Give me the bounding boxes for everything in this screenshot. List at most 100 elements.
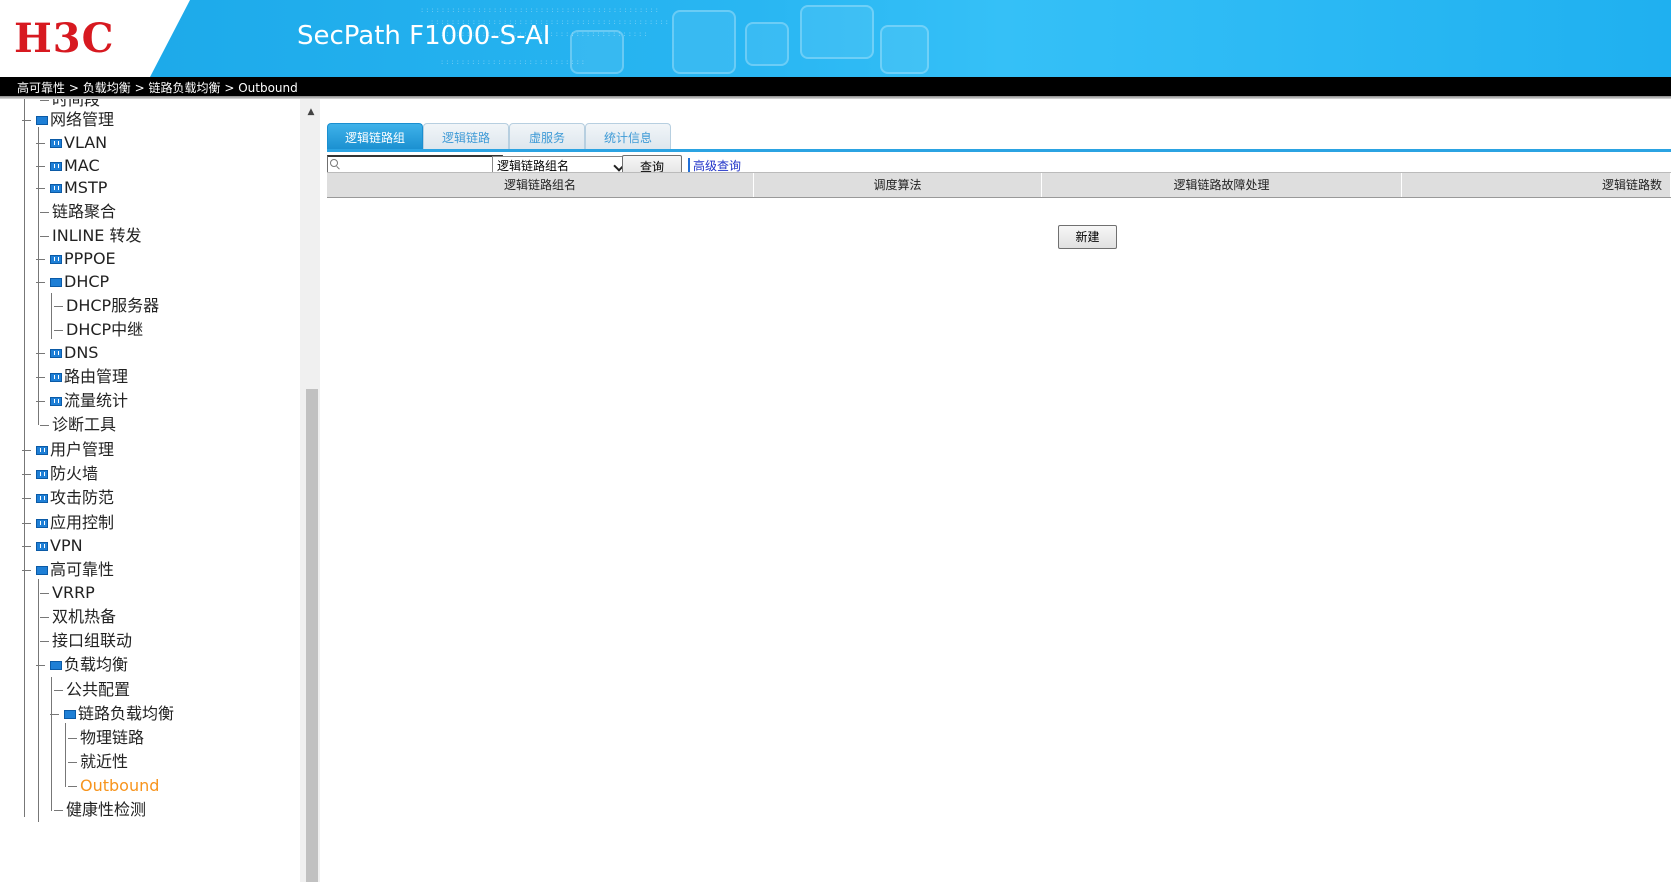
folder-open-icon[interactable]: [36, 116, 48, 125]
breadcrumb-item[interactable]: 高可靠性: [17, 81, 65, 95]
sidebar-item[interactable]: 公共配置: [66, 679, 130, 701]
tree-connector: [40, 641, 49, 642]
tree-connector: [54, 306, 63, 307]
tree-connector: [36, 665, 45, 666]
tree-line: [65, 723, 66, 787]
sidebar-item[interactable]: 防火墙: [50, 463, 98, 485]
breadcrumb-separator: >: [134, 81, 145, 95]
tab-logical-link[interactable]: 逻辑链路: [423, 123, 509, 150]
tree-line: [38, 579, 39, 822]
sidebar-item[interactable]: INLINE 转发: [52, 225, 142, 247]
tab-virtual-service[interactable]: 虚服务: [509, 123, 585, 150]
tree-connector: [36, 259, 45, 260]
decoration-text: ::::::::::::::::::::::::::::: [440, 58, 587, 66]
decoration: [745, 22, 789, 66]
folder-open-icon[interactable]: [64, 710, 76, 719]
folder-closed-icon[interactable]: [50, 162, 62, 171]
tree-connector: [22, 450, 31, 451]
sidebar-item[interactable]: VRRP: [52, 582, 95, 604]
sidebar-item[interactable]: 攻击防范: [50, 487, 114, 509]
product-title: SecPath F1000-S-AI: [297, 21, 551, 51]
breadcrumb-item[interactable]: 负载均衡: [83, 81, 131, 95]
tree-connector: [54, 330, 63, 331]
sidebar-item[interactable]: 健康性检测: [66, 799, 146, 821]
main-content: 逻辑链路组 逻辑链路 虚服务 统计信息 逻辑链路组名 查询 高级查询 逻辑链路组…: [327, 99, 1671, 882]
tree-connector: [40, 236, 49, 237]
folder-open-icon[interactable]: [50, 661, 62, 670]
scroll-up-arrow-icon[interactable]: ▲: [304, 105, 318, 119]
app-header: ::::::::::::::::::::::::::::::::::::::::…: [0, 0, 1671, 77]
sidebar-item[interactable]: DHCP服务器: [66, 295, 159, 317]
sidebar-item[interactable]: 链路负载均衡: [78, 703, 174, 725]
sidebar-item[interactable]: 链路聚合: [52, 201, 116, 223]
folder-closed-icon[interactable]: [50, 139, 62, 148]
sidebar-item[interactable]: VLAN: [64, 132, 107, 154]
new-button[interactable]: 新建: [1058, 225, 1117, 249]
decoration: [800, 5, 874, 59]
sidebar-item[interactable]: 流量统计: [64, 390, 128, 412]
folder-closed-icon[interactable]: [36, 542, 48, 551]
link-separator: [688, 158, 690, 173]
folder-closed-icon[interactable]: [50, 349, 62, 358]
sidebar-item[interactable]: 负载均衡: [64, 654, 128, 676]
sidebar-item[interactable]: Outbound: [80, 775, 159, 797]
sidebar-item[interactable]: 路由管理: [64, 366, 128, 388]
tree-connector: [22, 546, 31, 547]
tree-connector: [54, 690, 63, 691]
breadcrumb-bar: 高可靠性 > 负载均衡 > 链路负载均衡 > Outbound: [0, 77, 1671, 99]
folder-closed-icon[interactable]: [36, 494, 48, 503]
sidebar-item[interactable]: 应用控制: [50, 512, 114, 534]
sidebar-item[interactable]: 网络管理: [50, 109, 114, 131]
folder-open-icon[interactable]: [36, 566, 48, 575]
sidebar-item[interactable]: 接口组联动: [52, 630, 132, 652]
folder-closed-icon[interactable]: [50, 184, 62, 193]
sidebar-item[interactable]: 用户管理: [50, 439, 114, 461]
folder-closed-icon[interactable]: [36, 519, 48, 528]
sidebar-item[interactable]: 双机热备: [52, 606, 116, 628]
decoration-text: ::::::::::::::::::::::::::::::::::::::::…: [420, 6, 660, 14]
sidebar-item[interactable]: 物理链路: [80, 727, 144, 749]
scrollbar-thumb[interactable]: [306, 389, 318, 882]
column-header[interactable]: 逻辑链路组名: [327, 173, 754, 197]
tree-connector: [22, 498, 31, 499]
tree-line: [51, 293, 52, 339]
sidebar-item[interactable]: DHCP: [64, 271, 109, 293]
search-field-selected: 逻辑链路组名: [497, 159, 570, 173]
folder-closed-icon[interactable]: [50, 373, 62, 382]
column-header[interactable]: 逻辑链路数: [1402, 173, 1671, 197]
tree-connector: [68, 762, 77, 763]
column-header[interactable]: 逻辑链路故障处理: [1042, 173, 1402, 197]
sidebar-item[interactable]: MSTP: [64, 177, 107, 199]
sidebar-item[interactable]: 就近性: [80, 751, 128, 773]
tab-statistics[interactable]: 统计信息: [585, 123, 671, 150]
tree-connector: [36, 353, 45, 354]
folder-closed-icon[interactable]: [36, 470, 48, 479]
breadcrumb-item[interactable]: Outbound: [238, 81, 298, 95]
tab-logical-link-group[interactable]: 逻辑链路组: [327, 123, 423, 150]
tree-connector: [68, 738, 77, 739]
tree-connector: [22, 523, 31, 524]
tree-connector: [36, 401, 45, 402]
breadcrumb-item[interactable]: 链路负载均衡: [148, 81, 220, 95]
folder-closed-icon[interactable]: [50, 255, 62, 264]
sidebar-item[interactable]: DHCP中继: [66, 319, 143, 341]
sidebar-item[interactable]: 诊断工具: [52, 414, 116, 436]
tree-connector: [40, 212, 49, 213]
sidebar-item[interactable]: MAC: [64, 155, 100, 177]
sidebar-item[interactable]: VPN: [50, 535, 83, 557]
sidebar-item[interactable]: DNS: [64, 342, 98, 364]
folder-closed-icon[interactable]: [36, 446, 48, 455]
tree-connector: [40, 617, 49, 618]
table-header: 逻辑链路组名 调度算法 逻辑链路故障处理 逻辑链路数: [327, 172, 1671, 198]
tree-connector: [36, 282, 45, 283]
sidebar-item[interactable]: 高可靠性: [50, 559, 114, 581]
tree-connector: [36, 143, 45, 144]
tab-underline: [327, 149, 1671, 152]
tree-connector: [40, 425, 49, 426]
column-header[interactable]: 调度算法: [754, 173, 1042, 197]
folder-open-icon[interactable]: [50, 278, 62, 287]
sidebar-item[interactable]: PPPOE: [64, 248, 116, 270]
breadcrumb-separator: >: [68, 81, 79, 95]
breadcrumb-separator: >: [224, 81, 235, 95]
folder-closed-icon[interactable]: [50, 397, 62, 406]
